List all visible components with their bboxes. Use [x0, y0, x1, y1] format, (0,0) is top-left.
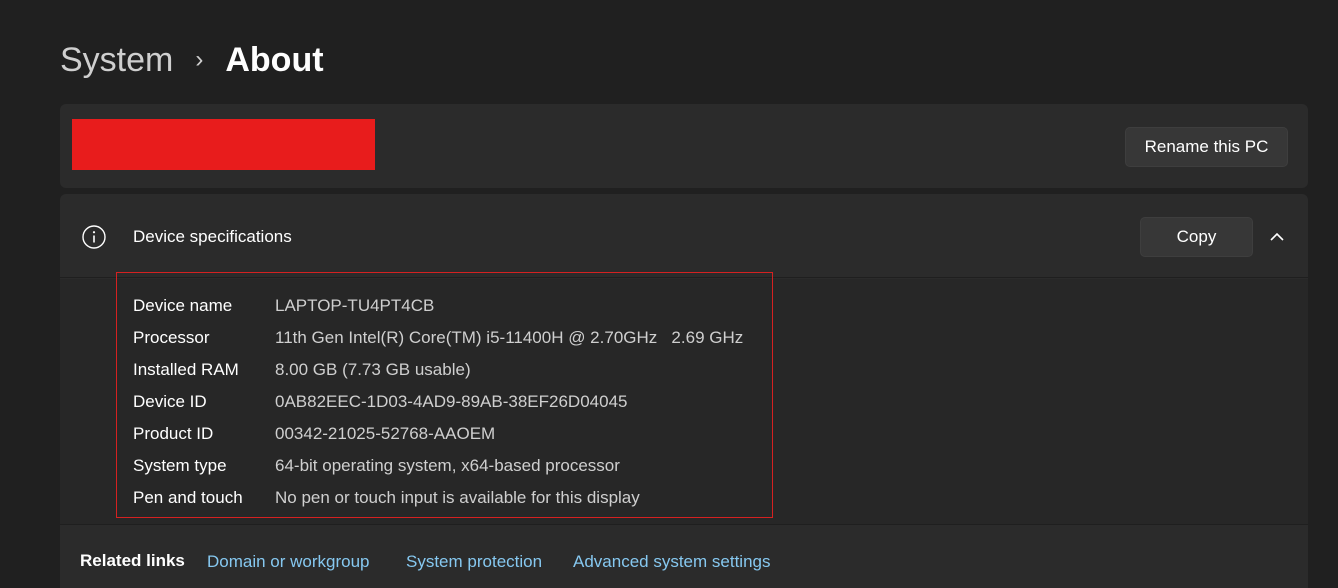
related-links-label: Related links [80, 551, 185, 570]
device-specifications-card: Device specifications Copy Device name L… [60, 194, 1308, 524]
spec-row-pen-and-touch: Pen and touch No pen or touch input is a… [133, 482, 743, 514]
spec-label: Product ID [133, 424, 214, 443]
redacted-pc-name [72, 119, 375, 170]
page-title: About [225, 40, 324, 79]
spec-list: Device name LAPTOP-TU4PT4CB Processor 11… [133, 290, 743, 514]
device-specifications-header[interactable]: Device specifications Copy [60, 194, 1308, 278]
spec-value: 11th Gen Intel(R) Core(TM) i5-11400H @ 2… [275, 328, 744, 347]
spec-row-product-id: Product ID 00342-21025-52768-AAOEM [133, 418, 743, 450]
spec-value: 0AB82EEC-1D03-4AD9-89AB-38EF26D04045 [275, 392, 628, 411]
spec-value: 8.00 GB (7.73 GB usable) [275, 360, 471, 379]
spec-value: LAPTOP-TU4PT4CB [275, 296, 435, 315]
breadcrumb-system[interactable]: System [60, 41, 173, 80]
spec-label: Processor [133, 328, 210, 347]
link-domain-or-workgroup[interactable]: Domain or workgroup [207, 552, 370, 572]
spec-label: Device ID [133, 392, 207, 411]
about-page: System › About Rename this PC Device spe… [0, 0, 1338, 588]
breadcrumb-separator-icon: › [195, 46, 204, 73]
chevron-up-icon[interactable] [1268, 228, 1286, 246]
spec-value: No pen or touch input is available for t… [275, 488, 640, 507]
link-system-protection[interactable]: System protection [406, 552, 542, 572]
spec-label: Pen and touch [133, 488, 243, 507]
spec-label: System type [133, 456, 227, 475]
breadcrumb: System › About [60, 36, 324, 84]
related-links-bar: Related links Domain or workgroup System… [60, 524, 1308, 588]
spec-label: Installed RAM [133, 360, 239, 379]
spec-label: Device name [133, 296, 233, 315]
device-specifications-title: Device specifications [133, 227, 292, 246]
spec-row-device-id: Device ID 0AB82EEC-1D03-4AD9-89AB-38EF26… [133, 386, 743, 418]
spec-value: 00342-21025-52768-AAOEM [275, 424, 496, 443]
pc-name-card: Rename this PC [60, 104, 1308, 188]
copy-button[interactable]: Copy [1140, 217, 1253, 257]
spec-row-installed-ram: Installed RAM 8.00 GB (7.73 GB usable) [133, 354, 743, 386]
link-advanced-system-settings[interactable]: Advanced system settings [573, 552, 770, 572]
info-icon [82, 225, 106, 249]
rename-pc-button[interactable]: Rename this PC [1125, 127, 1288, 167]
spec-row-device-name: Device name LAPTOP-TU4PT4CB [133, 290, 743, 322]
spec-row-processor: Processor 11th Gen Intel(R) Core(TM) i5-… [133, 322, 743, 354]
spec-value: 64-bit operating system, x64-based proce… [275, 456, 620, 475]
spec-row-system-type: System type 64-bit operating system, x64… [133, 450, 743, 482]
